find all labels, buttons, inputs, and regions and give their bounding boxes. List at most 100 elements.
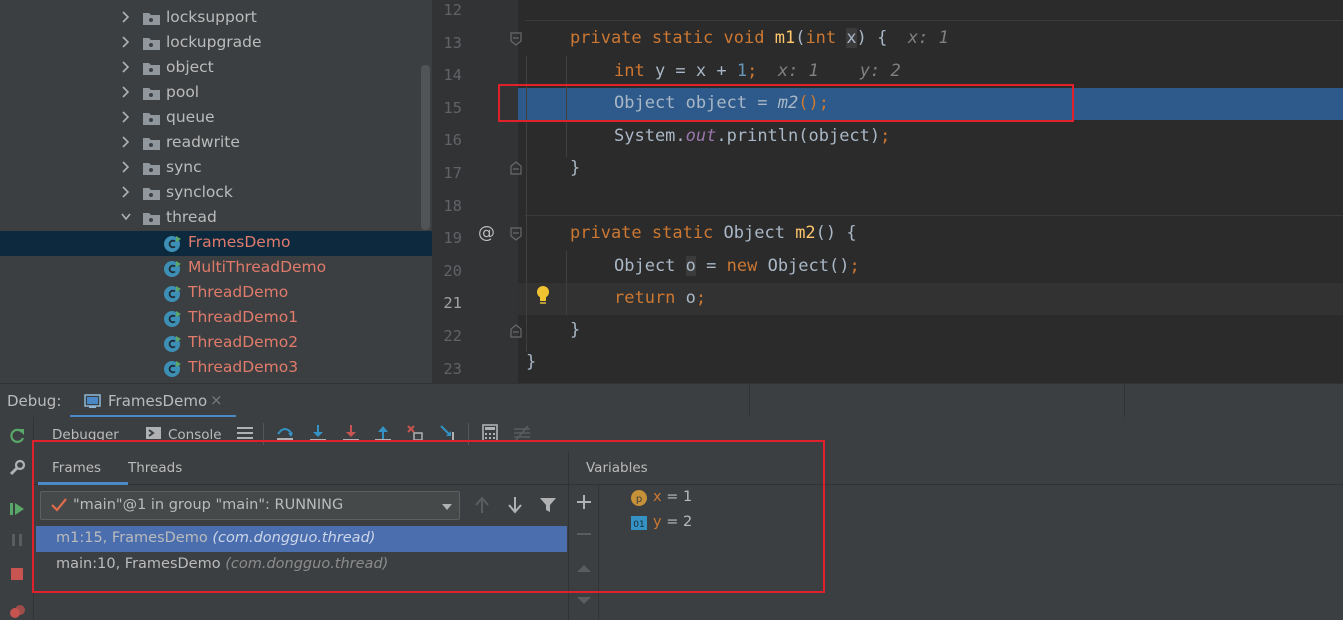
- line-number[interactable]: 16: [432, 131, 462, 149]
- project-tree: ThreadDemo3 ThreadDemo2 ThreadDemo1 ThreadD…: [0, 0, 432, 383]
- package-folder-icon: [143, 88, 160, 100]
- annotation-box-frames-variables: [32, 440, 825, 593]
- tree-item-label: lockupgrade: [166, 33, 262, 51]
- code-line-17: }: [570, 158, 581, 178]
- java-class-icon: [164, 236, 181, 252]
- line-number[interactable]: 20: [432, 262, 462, 280]
- line-number[interactable]: 15: [432, 99, 462, 117]
- java-class-icon: [164, 361, 181, 377]
- tree-scrollbar[interactable]: [421, 65, 430, 230]
- lightbulb-icon[interactable]: [535, 285, 551, 305]
- tree-folder-item[interactable]: pool: [0, 81, 432, 106]
- line-number[interactable]: 14: [432, 66, 462, 84]
- tree-folder-item[interactable]: readwrite: [0, 131, 432, 156]
- java-class-icon: [164, 261, 181, 277]
- java-class-icon: [164, 336, 181, 352]
- tree-item-label: locksupport: [166, 8, 257, 26]
- java-class-icon: [164, 311, 181, 327]
- wrench-icon[interactable]: [8, 459, 26, 477]
- tree-item-label: MultiThreadDemo: [188, 258, 327, 276]
- method-separator: [525, 215, 1343, 216]
- fold-marker-icon[interactable]: [509, 227, 523, 241]
- chevron-right-icon[interactable]: [121, 10, 131, 24]
- tree-folder-item[interactable]: thread: [0, 206, 432, 231]
- session-name: FramesDemo: [108, 392, 208, 410]
- tree-item-label: ThreadDemo: [188, 283, 289, 301]
- line-number[interactable]: 21: [432, 294, 462, 312]
- fold-end-icon[interactable]: [509, 324, 523, 338]
- header-divider: [1124, 384, 1125, 418]
- chevron-right-icon[interactable]: [121, 160, 131, 174]
- pause-icon[interactable]: [8, 531, 26, 549]
- close-icon[interactable]: ×: [210, 391, 223, 409]
- code-line-16: System.out.println(object);: [614, 126, 891, 146]
- ide-window: ThreadDemo3 ThreadDemo2 ThreadDemo1 ThreadD…: [0, 0, 1343, 620]
- tree-item-label: readwrite: [166, 133, 240, 151]
- code-line-19: private static Object m2() {: [570, 223, 857, 243]
- chevron-right-icon[interactable]: [121, 35, 131, 49]
- editor-gutter: [432, 0, 518, 383]
- tree-item-label: ThreadDemo1: [188, 308, 299, 326]
- line-number[interactable]: 23: [432, 360, 462, 378]
- tree-folder-item[interactable]: sync: [0, 156, 432, 181]
- tree-class-item[interactable]: FramesDemo: [0, 231, 432, 256]
- tree-folder-item[interactable]: queue: [0, 106, 432, 131]
- code-line-14: int y = x + 1; x: 1 y: 2: [614, 61, 901, 81]
- package-folder-icon: [143, 188, 160, 200]
- line-number[interactable]: 17: [432, 164, 462, 182]
- inline-value-hint: x: 1: [907, 28, 949, 48]
- package-folder-icon: [143, 113, 160, 125]
- package-folder-icon: [143, 38, 160, 50]
- tree-item-label: ThreadDemo2: [188, 333, 299, 351]
- tree-class-item[interactable]: ThreadDemo3: [0, 356, 432, 381]
- tree-class-item[interactable]: ThreadDemo1: [0, 306, 432, 331]
- code-line-21: return o;: [614, 288, 707, 308]
- rerun-icon[interactable]: [8, 427, 26, 445]
- tree-item-label: queue: [166, 108, 215, 126]
- package-folder-icon: [143, 138, 160, 150]
- tree-item-label: synclock: [166, 183, 233, 201]
- view-breakpoints-icon[interactable]: [8, 603, 26, 620]
- package-folder-icon: [143, 63, 160, 75]
- line-number[interactable]: 13: [432, 34, 462, 52]
- tree-class-item[interactable]: MultiThreadDemo: [0, 256, 432, 281]
- move-down-icon[interactable]: [576, 592, 592, 608]
- tree-item-label: FramesDemo: [188, 233, 291, 251]
- package-folder-icon: [143, 13, 160, 25]
- run-config-icon: [84, 394, 101, 408]
- debug-side-toolbar: [0, 417, 34, 620]
- tree-folder-item[interactable]: object: [0, 56, 432, 81]
- line-number[interactable]: 19: [432, 229, 462, 247]
- tree-folder-item[interactable]: synclock: [0, 181, 432, 206]
- tree-folder-item[interactable]: locksupport: [0, 6, 432, 31]
- chevron-right-icon[interactable]: [121, 60, 131, 74]
- code-line-22: }: [570, 320, 581, 340]
- override-marker[interactable]: @: [478, 223, 495, 243]
- tree-class-item[interactable]: ThreadDemo2: [0, 331, 432, 356]
- stop-icon[interactable]: [8, 565, 26, 583]
- code-editor[interactable]: [518, 0, 1343, 383]
- line-number[interactable]: 18: [432, 197, 462, 215]
- fold-end-icon[interactable]: [509, 161, 523, 175]
- tree-class-item[interactable]: ThreadDemo: [0, 281, 432, 306]
- chevron-right-icon[interactable]: [121, 135, 131, 149]
- tree-item-label: sync: [166, 158, 202, 176]
- line-number[interactable]: 22: [432, 327, 462, 345]
- indent-guide: [566, 251, 567, 315]
- chevron-right-icon[interactable]: [121, 85, 131, 99]
- annotation-box-current-line: [498, 84, 1074, 122]
- debug-label: Debug:: [7, 392, 62, 410]
- package-folder-icon: [143, 163, 160, 175]
- package-folder-icon: [143, 213, 160, 225]
- debug-tool-window-header: Debug: FramesDemo ×: [0, 383, 1343, 418]
- line-number[interactable]: 12: [432, 1, 462, 19]
- debug-session-tab[interactable]: FramesDemo ×: [70, 384, 236, 418]
- chevron-down-icon[interactable]: [121, 210, 131, 224]
- fold-marker-icon[interactable]: [509, 32, 523, 46]
- code-line-20: Object o = new Object();: [614, 256, 860, 276]
- tree-folder-item[interactable]: lockupgrade: [0, 31, 432, 56]
- chevron-right-icon[interactable]: [121, 110, 131, 124]
- resume-icon[interactable]: [8, 500, 26, 518]
- chevron-right-icon[interactable]: [121, 185, 131, 199]
- tree-item-label: pool: [166, 83, 200, 101]
